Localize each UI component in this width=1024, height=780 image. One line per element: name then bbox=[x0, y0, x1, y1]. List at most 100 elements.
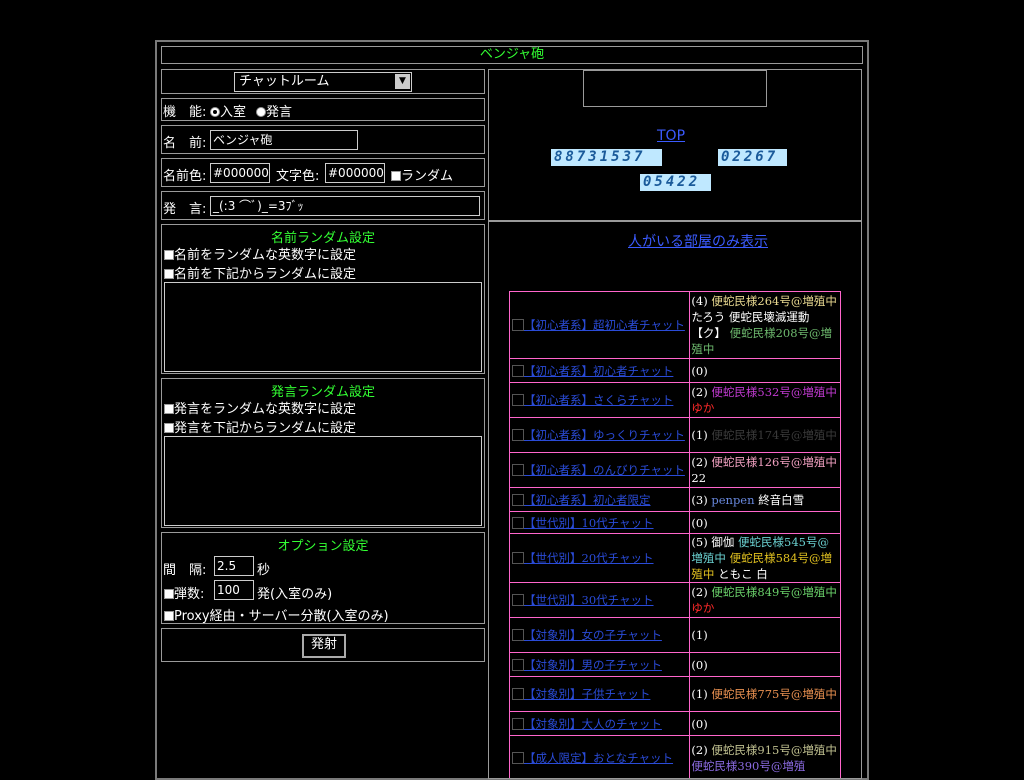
room-checkbox[interactable] bbox=[512, 688, 524, 700]
room-checkbox[interactable] bbox=[512, 464, 524, 476]
member-name: 便蛇民様532号@増殖中 bbox=[711, 385, 837, 399]
room-link[interactable]: 【初心者系】のんびりチャット bbox=[524, 463, 685, 477]
member-name: たろう bbox=[691, 310, 729, 324]
name-random-checkbox-2[interactable] bbox=[164, 269, 174, 279]
member-name: 22 bbox=[691, 471, 707, 485]
radio-enter[interactable] bbox=[210, 107, 220, 117]
room-link[interactable]: 【対象別】女の子チャット bbox=[524, 628, 662, 642]
member-name: ゆか bbox=[691, 601, 715, 615]
room-select[interactable]: チャットルーム ▼ bbox=[234, 72, 412, 92]
name-random-title: 名前ランダム設定 bbox=[270, 231, 375, 246]
control-panel: チャットルーム ▼ 機 能: 入室 発言 名 前: ベンジャ砲 名前色: #00… bbox=[161, 69, 485, 666]
room-link[interactable]: 【世代別】10代チャット bbox=[524, 516, 654, 530]
member-name: 【ク】 bbox=[691, 326, 730, 340]
member-name: 便蛇民様775号@増殖中 bbox=[711, 687, 837, 701]
room-link[interactable]: 【成人限定】おとなチャット bbox=[524, 751, 673, 765]
message-random-opt1[interactable]: 発言をランダムな英数字に設定 bbox=[164, 400, 484, 419]
room-members-cell: (1) bbox=[689, 617, 841, 653]
room-name-cell: 【成人限定】おとなチャット bbox=[508, 735, 691, 778]
room-members-cell: (0) bbox=[689, 711, 841, 736]
name-random-checkbox-1[interactable] bbox=[164, 250, 174, 260]
room-checkbox[interactable] bbox=[512, 429, 524, 441]
mode-option-enter[interactable]: 入室 bbox=[210, 101, 246, 120]
shots-checkbox[interactable] bbox=[164, 589, 174, 599]
room-row: 【世代別】10代チャット (0) bbox=[508, 511, 841, 534]
room-checkbox[interactable] bbox=[512, 394, 524, 406]
room-link[interactable]: 【対象別】子供チャット bbox=[524, 687, 650, 701]
random-color-option[interactable]: ランダム bbox=[391, 165, 453, 184]
room-row: 【対象別】大人のチャット (0) bbox=[508, 711, 841, 736]
room-members-cell: (0) bbox=[689, 358, 841, 383]
room-name-cell: 【初心者系】超初心者チャット bbox=[508, 291, 691, 359]
message-input[interactable]: _(:3 ⌒ﾞ)_=3ﾌﾞｯ bbox=[210, 196, 480, 216]
member-name: 便蛇民様849号@増殖中 bbox=[711, 585, 837, 599]
text-color-label: 文字色: bbox=[276, 169, 320, 184]
page-title: ベンジャ砲 bbox=[161, 46, 863, 64]
room-row: 【世代別】20代チャット (5) 御伽 便蛇民様545号@増殖中 便蛇民様584号… bbox=[508, 533, 841, 583]
member-count: (0) bbox=[691, 363, 708, 378]
room-name-cell: 【対象別】子供チャット bbox=[508, 676, 691, 712]
room-link[interactable]: 【対象別】男の子チャット bbox=[524, 658, 662, 672]
message-random-textarea[interactable] bbox=[164, 436, 482, 526]
room-link[interactable]: 【初心者系】初心者チャット bbox=[524, 364, 673, 378]
name-input[interactable]: ベンジャ砲 bbox=[210, 130, 358, 150]
room-members-cell: (0) bbox=[689, 511, 841, 534]
room-row: 【対象別】男の子チャット (0) bbox=[508, 652, 841, 677]
random-color-checkbox[interactable] bbox=[391, 171, 401, 181]
room-table: 【初心者系】超初心者チャット (4) 便蛇民様264号@増殖中 たろう 便蛇民壊滅… bbox=[508, 291, 841, 778]
message-random-title: 発言ランダム設定 bbox=[270, 385, 375, 400]
member-count: (2) bbox=[691, 743, 712, 757]
filter-occupied-link[interactable]: 人がいる部屋のみ表示 bbox=[628, 231, 768, 251]
room-checkbox[interactable] bbox=[512, 658, 524, 671]
fire-button[interactable]: 発射 bbox=[302, 634, 346, 658]
fire-row: 発射 bbox=[161, 628, 485, 662]
name-color-input[interactable]: #000000 bbox=[210, 163, 270, 183]
text-color-input[interactable]: #000000 bbox=[325, 163, 385, 183]
name-random-opt1[interactable]: 名前をランダムな英数字に設定 bbox=[164, 246, 484, 265]
room-link[interactable]: 【世代別】30代チャット bbox=[524, 593, 654, 607]
room-link[interactable]: 【対象別】大人のチャット bbox=[524, 717, 662, 731]
room-link[interactable]: 【初心者系】超初心者チャット bbox=[524, 318, 685, 332]
room-checkbox[interactable] bbox=[512, 752, 524, 764]
room-row: 【初心者系】超初心者チャット (4) 便蛇民様264号@増殖中 たろう 便蛇民壊滅… bbox=[508, 291, 841, 359]
shots-input[interactable]: 100 bbox=[214, 580, 254, 600]
room-checkbox[interactable] bbox=[512, 319, 524, 331]
room-checkbox[interactable] bbox=[512, 629, 524, 641]
radio-speak[interactable] bbox=[256, 107, 266, 117]
room-link[interactable]: 【世代別】20代チャット bbox=[524, 551, 654, 565]
room-row: 【初心者系】初心者限定 (3) penpen 終音白雪 bbox=[508, 487, 841, 512]
name-random-textarea[interactable] bbox=[164, 282, 482, 372]
room-members-cell: (2) 便蛇民様532号@増殖中 ゆか bbox=[689, 382, 841, 418]
room-link[interactable]: 【初心者系】さくらチャット bbox=[524, 393, 673, 407]
message-random-checkbox-2[interactable] bbox=[164, 423, 174, 433]
proxy-checkbox[interactable] bbox=[164, 611, 174, 621]
room-select-value: チャットルーム bbox=[239, 74, 330, 89]
message-random-checkbox-1[interactable] bbox=[164, 404, 174, 414]
interval-unit: 秒 bbox=[257, 563, 271, 578]
interval-input[interactable]: 2.5 bbox=[214, 556, 254, 576]
room-row: 【初心者系】のんびりチャット (2) 便蛇民様126号@増殖中 22 bbox=[508, 452, 841, 488]
room-checkbox[interactable] bbox=[512, 717, 524, 730]
proxy-option[interactable]: Proxy経由・サーバー分散(入室のみ) bbox=[164, 605, 389, 624]
room-checkbox[interactable] bbox=[512, 516, 524, 529]
room-name-cell: 【初心者系】ゆっくりチャット bbox=[508, 417, 691, 453]
room-row: 【初心者系】初心者チャット (0) bbox=[508, 358, 841, 383]
room-checkbox[interactable] bbox=[512, 493, 524, 506]
room-checkbox[interactable] bbox=[512, 364, 524, 377]
room-row: 【対象別】子供チャット (1) 便蛇民様775号@増殖中 bbox=[508, 676, 841, 712]
member-count: (0) bbox=[691, 657, 708, 672]
room-checkbox[interactable] bbox=[512, 552, 524, 564]
shots-option[interactable]: 弾数: bbox=[164, 583, 204, 602]
member-count: (2) bbox=[691, 585, 712, 599]
top-link[interactable]: TOP bbox=[657, 128, 685, 144]
mode-option-speak[interactable]: 発言 bbox=[256, 101, 292, 120]
room-checkbox[interactable] bbox=[512, 594, 524, 606]
room-members-cell: (1) 便蛇民様775号@増殖中 bbox=[689, 676, 841, 712]
name-random-section: 名前ランダム設定 名前をランダムな英数字に設定 名前を下記からランダムに設定 bbox=[161, 224, 485, 374]
member-count: (3) bbox=[691, 492, 712, 507]
member-count: (0) bbox=[691, 716, 708, 731]
room-link[interactable]: 【初心者系】初心者限定 bbox=[524, 493, 651, 507]
room-link[interactable]: 【初心者系】ゆっくりチャット bbox=[524, 428, 685, 442]
room-name-cell: 【対象別】女の子チャット bbox=[508, 617, 691, 653]
chevron-down-icon[interactable]: ▼ bbox=[395, 74, 410, 89]
